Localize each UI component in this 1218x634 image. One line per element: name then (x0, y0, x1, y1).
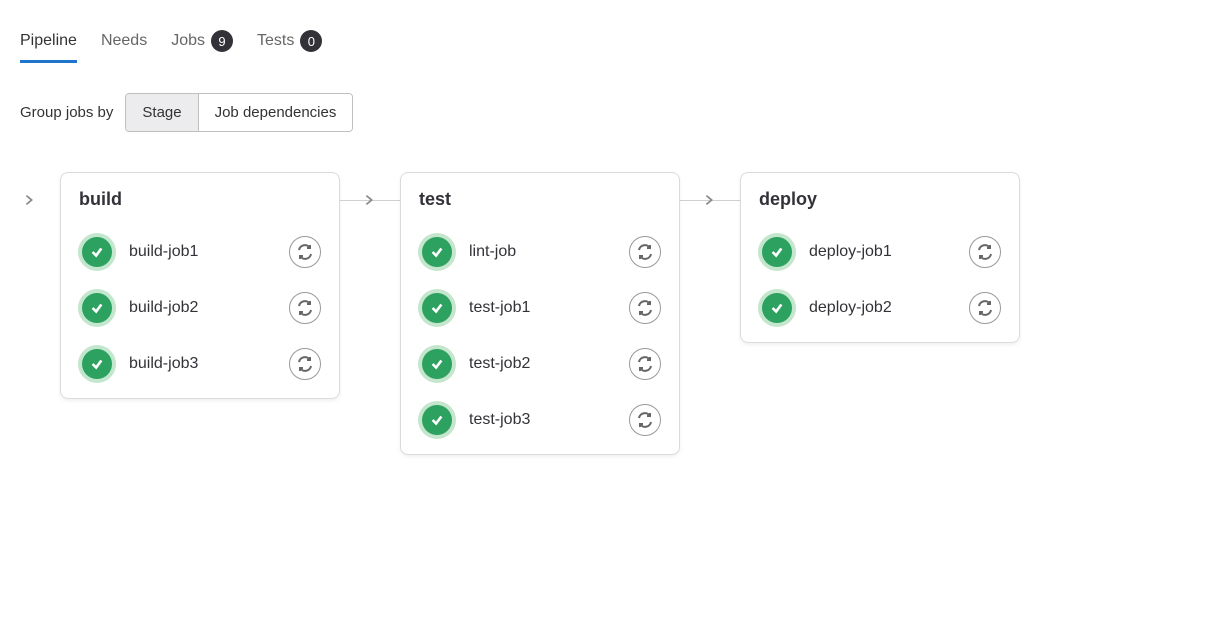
jobs-count-badge: 9 (211, 30, 233, 52)
tab-label: Pipeline (20, 32, 77, 50)
success-icon (422, 293, 452, 323)
job-row[interactable]: test-job1 (419, 280, 661, 336)
job-name: build-job2 (129, 299, 198, 317)
retry-button[interactable] (969, 236, 1001, 268)
success-icon (762, 293, 792, 323)
stage-title: build (79, 189, 321, 210)
stage-column-test: test lint-job test-job1 test-job2 (400, 172, 680, 455)
retry-button[interactable] (289, 348, 321, 380)
group-by-stage-button[interactable]: Stage (126, 94, 197, 131)
job-left: test-job3 (419, 402, 530, 438)
success-icon (422, 405, 452, 435)
success-icon (422, 349, 452, 379)
chevron-right-icon (698, 189, 720, 211)
job-name: build-job1 (129, 243, 198, 261)
tab-tests[interactable]: Tests 0 (257, 30, 322, 65)
job-row[interactable]: deploy-job2 (759, 280, 1001, 336)
job-left: deploy-job2 (759, 290, 892, 326)
job-row[interactable]: build-job1 (79, 224, 321, 280)
job-name: test-job3 (469, 411, 530, 429)
tab-pipeline[interactable]: Pipeline (20, 32, 77, 63)
stage-title: deploy (759, 189, 1001, 210)
job-row[interactable]: build-job3 (79, 336, 321, 392)
stage-column-build: build build-job1 build-job2 build-jo (60, 172, 340, 399)
retry-button[interactable] (289, 292, 321, 324)
group-by-label: Group jobs by (20, 104, 113, 121)
tab-jobs[interactable]: Jobs 9 (171, 30, 233, 65)
job-left: build-job2 (79, 290, 198, 326)
stage-card: test lint-job test-job1 test-job2 (400, 172, 680, 455)
job-name: build-job3 (129, 355, 198, 373)
pipeline-graph: build build-job1 build-job2 build-jo (20, 172, 1198, 455)
group-by-row: Group jobs by Stage Job dependencies (20, 93, 1198, 132)
success-icon (762, 237, 792, 267)
retry-button[interactable] (289, 236, 321, 268)
job-left: build-job1 (79, 234, 198, 270)
tests-count-badge: 0 (300, 30, 322, 52)
job-name: test-job1 (469, 299, 530, 317)
job-row[interactable]: deploy-job1 (759, 224, 1001, 280)
group-by-dependencies-button[interactable]: Job dependencies (198, 94, 353, 131)
stage-card: deploy deploy-job1 deploy-job2 (740, 172, 1020, 343)
retry-button[interactable] (969, 292, 1001, 324)
tabs-bar: Pipeline Needs Jobs 9 Tests 0 (20, 30, 1198, 65)
job-left: lint-job (419, 234, 516, 270)
tab-label: Jobs (171, 32, 205, 50)
chevron-right-icon (358, 189, 380, 211)
tab-needs[interactable]: Needs (101, 32, 147, 63)
success-icon (422, 237, 452, 267)
job-name: test-job2 (469, 355, 530, 373)
retry-button[interactable] (629, 348, 661, 380)
success-icon (82, 237, 112, 267)
job-name: deploy-job1 (809, 243, 892, 261)
job-left: deploy-job1 (759, 234, 892, 270)
job-left: build-job3 (79, 346, 198, 382)
retry-button[interactable] (629, 404, 661, 436)
job-name: lint-job (469, 243, 516, 261)
success-icon (82, 349, 112, 379)
job-row[interactable]: test-job2 (419, 336, 661, 392)
job-row[interactable]: lint-job (419, 224, 661, 280)
retry-button[interactable] (629, 292, 661, 324)
chevron-right-icon (18, 189, 40, 211)
job-left: test-job1 (419, 290, 530, 326)
tab-label: Tests (257, 32, 294, 50)
stage-title: test (419, 189, 661, 210)
job-row[interactable]: test-job3 (419, 392, 661, 448)
job-left: test-job2 (419, 346, 530, 382)
stage-column-deploy: deploy deploy-job1 deploy-job2 (740, 172, 1020, 343)
tab-label: Needs (101, 32, 147, 50)
stage-card: build build-job1 build-job2 build-jo (60, 172, 340, 399)
group-by-segmented: Stage Job dependencies (125, 93, 353, 132)
retry-button[interactable] (629, 236, 661, 268)
success-icon (82, 293, 112, 323)
job-name: deploy-job2 (809, 299, 892, 317)
job-row[interactable]: build-job2 (79, 280, 321, 336)
